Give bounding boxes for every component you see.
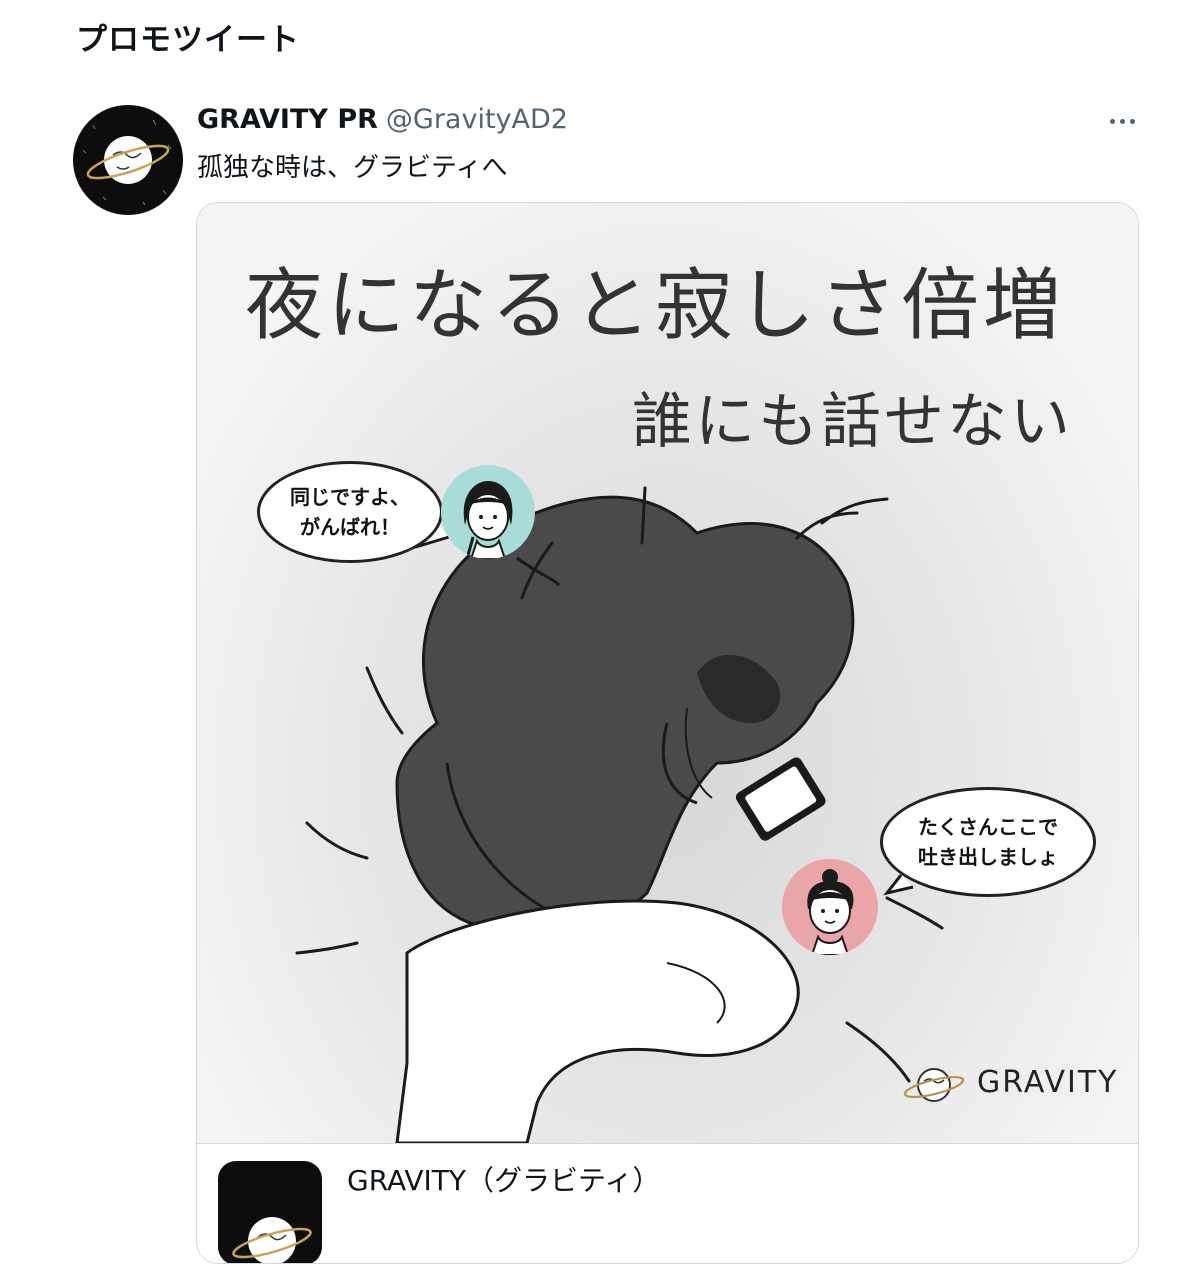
woman-avatar-icon — [441, 465, 535, 559]
more-dot — [1119, 118, 1125, 124]
tweet-text: 孤独な時は、グラビティへ — [197, 153, 508, 183]
bubble-right-line1: たくさんここで — [918, 815, 1058, 839]
tweet-header: GRAVITY PR @GravityAD2 — [197, 104, 568, 135]
image-subline: 誰にも話せない — [632, 387, 1073, 457]
app-card-footer[interactable]: GRAVITY（グラビティ） — [197, 1143, 1138, 1263]
gravity-planet-logo-icon — [82, 119, 172, 206]
promo-card[interactable]: 夜になると寂しさ倍増 誰にも話せない 同じですよ、 がんばれ！ たくさんここで — [196, 202, 1139, 1264]
bubble-left-line2: がんばれ！ — [300, 515, 400, 539]
profile-avatar[interactable] — [73, 105, 183, 215]
bubble-right-line2: 吐き出しましょ — [918, 845, 1058, 869]
brand-wordmark: GRAVITY — [977, 1065, 1119, 1100]
woman-bun-avatar-icon — [782, 859, 878, 955]
gravity-brand-logo-icon — [903, 1068, 965, 1102]
speech-bubble-right: たくさんここで 吐き出しましょ — [880, 787, 1096, 897]
gravity-app-icon[interactable] — [218, 1161, 322, 1263]
bubble-left-line1: 同じですよ、 — [290, 485, 410, 509]
user-handle[interactable]: @GravityAD2 — [386, 104, 568, 135]
more-dot — [1129, 118, 1135, 124]
app-name[interactable]: GRAVITY（グラビティ） — [347, 1159, 660, 1199]
display-name[interactable]: GRAVITY PR — [197, 104, 378, 135]
promo-image[interactable]: 夜になると寂しさ倍増 誰にも話せない 同じですよ、 がんばれ！ たくさんここで — [197, 203, 1138, 1143]
image-headline: 夜になると寂しさ倍増 — [245, 261, 1066, 351]
speech-bubble-left: 同じですよ、 がんばれ！ — [257, 461, 443, 563]
more-horizontal-icon — [1109, 118, 1115, 124]
section-title: プロモツイート — [76, 22, 300, 58]
more-options-button[interactable] — [1100, 103, 1144, 139]
